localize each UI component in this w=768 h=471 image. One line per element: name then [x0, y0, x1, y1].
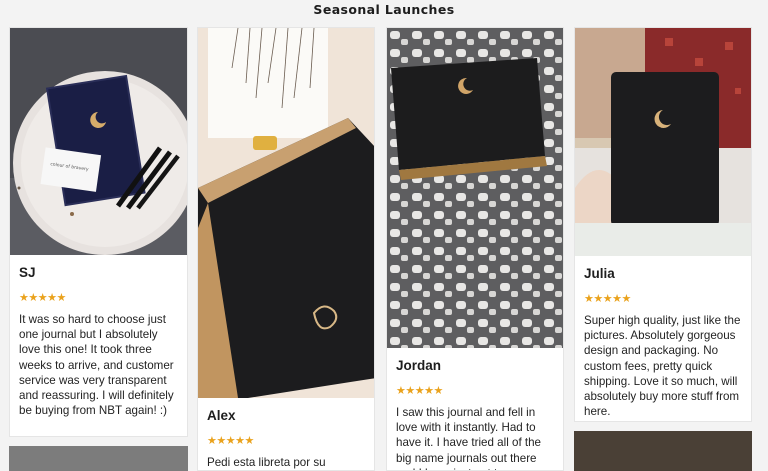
reviewer-name: SJ — [19, 265, 36, 280]
review-card-sj[interactable]: colour of bravery SJ ★★★★★ It was so har… — [9, 27, 188, 437]
star-rating: ★★★★★ — [207, 434, 254, 447]
review-column-1: colour of bravery SJ ★★★★★ It was so har… — [9, 27, 188, 471]
next-review-photo[interactable] — [574, 431, 752, 471]
star-rating: ★★★★★ — [584, 292, 631, 305]
moon-journal-photo-icon — [387, 28, 563, 348]
page-title: Seasonal Launches — [313, 2, 455, 17]
moon-journal-photo-icon: colour of bravery — [10, 28, 187, 255]
review-card-julia[interactable]: Julia ★★★★★ Super high quality, just lik… — [574, 27, 752, 422]
reviewer-name: Alex — [207, 408, 236, 423]
review-photo[interactable] — [575, 28, 751, 256]
review-photo[interactable] — [198, 28, 374, 398]
star-rating: ★★★★★ — [19, 291, 66, 304]
reviewer-name: Julia — [584, 266, 615, 281]
star-rating: ★★★★★ — [396, 384, 443, 397]
review-card-jordan[interactable]: Jordan ★★★★★ I saw this journal and fell… — [386, 27, 564, 471]
reviewer-name: Jordan — [396, 358, 442, 373]
next-review-photo[interactable] — [9, 446, 188, 471]
review-photo[interactable] — [387, 28, 563, 348]
moon-journal-photo-icon — [198, 28, 374, 398]
review-text: I saw this journal and fell in love with… — [396, 406, 542, 470]
review-text: Pedi esta libreta por su — [207, 456, 326, 469]
review-text: It was so hard to choose just one journa… — [19, 313, 174, 418]
review-column-2: Alex ★★★★★ Pedi esta libreta por su — [197, 27, 375, 471]
moon-journal-photo-icon — [575, 28, 751, 256]
review-column-4: Julia ★★★★★ Super high quality, just lik… — [574, 27, 752, 471]
review-card-alex[interactable]: Alex ★★★★★ Pedi esta libreta por su — [197, 27, 375, 471]
review-column-3: Jordan ★★★★★ I saw this journal and fell… — [386, 27, 564, 471]
review-text: Super high quality, just like the pictur… — [584, 314, 741, 419]
review-photo[interactable]: colour of bravery — [10, 28, 187, 255]
